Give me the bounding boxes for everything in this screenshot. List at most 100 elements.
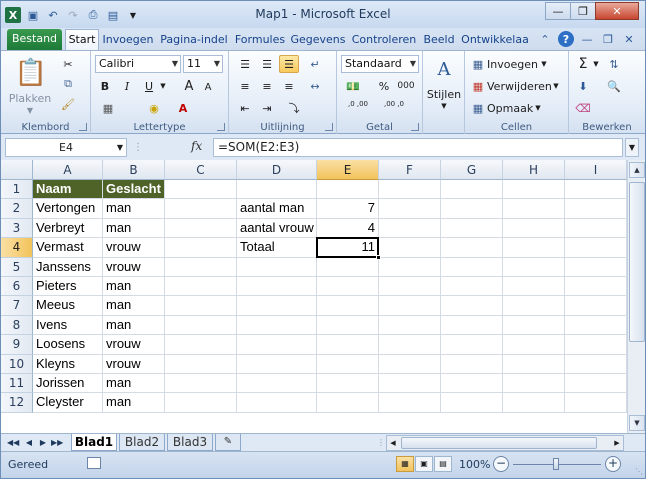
- column-header-c[interactable]: C: [165, 160, 237, 180]
- cell-h12[interactable]: [503, 393, 565, 413]
- column-header-b[interactable]: B: [103, 160, 165, 180]
- bold-button[interactable]: B: [97, 77, 113, 95]
- styles-dropdown-icon[interactable]: ▼: [439, 101, 449, 111]
- cell-c6[interactable]: [165, 277, 237, 297]
- sheet-tab-blad3[interactable]: Blad3: [167, 434, 213, 451]
- insert-dropdown-icon[interactable]: ▼: [539, 55, 549, 73]
- grow-font-button[interactable]: A: [181, 77, 197, 95]
- thousands-button[interactable]: 000: [395, 77, 417, 95]
- number-format-select[interactable]: Standaard ▼: [341, 55, 419, 73]
- insert-function-button[interactable]: fx: [191, 139, 202, 153]
- paste-button[interactable]: Plakken: [5, 91, 55, 105]
- row-header-6[interactable]: 6: [1, 277, 33, 297]
- autosum-dropdown-icon[interactable]: ▼: [591, 55, 601, 73]
- next-sheet-icon[interactable]: ▶: [37, 436, 49, 450]
- cell-c11[interactable]: [165, 374, 237, 394]
- cell-h6[interactable]: [503, 277, 565, 297]
- cell-c4[interactable]: [165, 238, 237, 258]
- autosum-icon[interactable]: Σ: [575, 55, 591, 73]
- delete-cells-icon[interactable]: ▦: [471, 77, 485, 95]
- row-header-8[interactable]: 8: [1, 315, 33, 336]
- workbook-minimize-icon[interactable]: —: [579, 31, 595, 47]
- cell-c8[interactable]: [165, 315, 237, 336]
- workbook-restore-icon[interactable]: ❐: [600, 31, 616, 47]
- cell-e12[interactable]: [317, 393, 379, 413]
- cell-h11[interactable]: [503, 374, 565, 394]
- cell-h8[interactable]: [503, 315, 565, 336]
- normal-view-icon[interactable]: ▦: [396, 456, 414, 472]
- cell-h3[interactable]: [503, 218, 565, 239]
- cell-a7[interactable]: Meeus: [33, 296, 103, 316]
- currency-icon[interactable]: 💵: [343, 77, 363, 95]
- cell-e1[interactable]: [317, 180, 379, 200]
- percent-button[interactable]: %: [377, 77, 391, 95]
- styles-button[interactable]: Stijlen: [424, 87, 464, 101]
- decrease-decimal-button[interactable]: ,00 ,0: [377, 99, 411, 117]
- cell-f4[interactable]: [379, 238, 441, 258]
- align-center-icon[interactable]: ≡: [257, 77, 277, 95]
- horizontal-scrollbar[interactable]: ◀ ▶: [386, 435, 624, 451]
- column-header-i[interactable]: I: [565, 160, 627, 180]
- cell-g8[interactable]: [441, 315, 503, 336]
- font-size-select[interactable]: 11 ▼: [183, 55, 223, 73]
- cell-b7[interactable]: man: [103, 296, 165, 316]
- align-middle-icon[interactable]: ☰: [257, 55, 277, 73]
- format-dropdown-icon[interactable]: ▼: [533, 99, 543, 117]
- cell-h10[interactable]: [503, 354, 565, 374]
- prev-sheet-icon[interactable]: ◀: [23, 436, 35, 450]
- cell-g12[interactable]: [441, 393, 503, 413]
- close-icon[interactable]: ✕: [595, 2, 639, 20]
- row-header-3[interactable]: 3: [1, 218, 33, 239]
- cell-b3[interactable]: man: [103, 218, 165, 239]
- find-select-icon[interactable]: 🔍: [605, 77, 623, 95]
- align-top-icon[interactable]: ☰: [235, 55, 255, 73]
- zoom-out-button[interactable]: −: [493, 456, 509, 472]
- cell-d10[interactable]: [237, 354, 317, 374]
- cell-c5[interactable]: [165, 257, 237, 277]
- cell-g5[interactable]: [441, 257, 503, 277]
- cell-d1[interactable]: [237, 180, 317, 200]
- cell-e7[interactable]: [317, 296, 379, 316]
- cell-f8[interactable]: [379, 315, 441, 336]
- vertical-scrollbar[interactable]: ▲ ▼: [627, 160, 645, 433]
- cell-a5[interactable]: Janssens: [33, 257, 103, 277]
- select-all-corner[interactable]: [1, 160, 33, 180]
- cell-i10[interactable]: [565, 354, 627, 374]
- cell-i1[interactable]: [565, 180, 627, 200]
- cell-a4[interactable]: Vermast: [33, 238, 103, 258]
- cell-a3[interactable]: Verbreyt: [33, 218, 103, 239]
- resize-grip-icon[interactable]: ⋱: [635, 467, 643, 476]
- dialog-launcher-icon[interactable]: [325, 123, 333, 131]
- cell-h5[interactable]: [503, 257, 565, 277]
- cell-i4[interactable]: [565, 238, 627, 258]
- borders-icon[interactable]: ▦: [97, 99, 119, 117]
- cell-b9[interactable]: vrouw: [103, 335, 165, 355]
- minimize-icon[interactable]: —: [545, 2, 571, 20]
- cell-e4[interactable]: 11: [317, 238, 379, 258]
- column-header-a[interactable]: A: [33, 160, 103, 180]
- restore-icon[interactable]: ❐: [570, 2, 596, 20]
- page-layout-view-icon[interactable]: ▣: [415, 456, 433, 472]
- clear-icon[interactable]: ⌫: [575, 99, 591, 117]
- shrink-font-button[interactable]: A: [201, 79, 215, 95]
- tab-pagina-indeling[interactable]: Pagina-indel: [157, 30, 231, 50]
- cell-e6[interactable]: [317, 277, 379, 297]
- row-header-12[interactable]: 12: [1, 393, 33, 413]
- font-color-button[interactable]: A: [175, 99, 191, 117]
- help-icon[interactable]: ?: [558, 31, 574, 47]
- expand-formula-bar-icon[interactable]: ▼: [625, 138, 639, 157]
- align-right-icon[interactable]: ≡: [279, 77, 299, 95]
- cell-h1[interactable]: [503, 180, 565, 200]
- cell-b1[interactable]: Geslacht: [103, 180, 165, 200]
- column-header-d[interactable]: D: [237, 160, 317, 180]
- cell-c7[interactable]: [165, 296, 237, 316]
- tab-beeld[interactable]: Beeld: [421, 30, 457, 50]
- cell-b12[interactable]: man: [103, 393, 165, 413]
- paste-dropdown-icon[interactable]: ▼: [25, 105, 35, 115]
- scroll-left-icon[interactable]: ◀: [387, 436, 399, 450]
- name-box[interactable]: E4 ▼: [5, 138, 127, 157]
- dialog-launcher-icon[interactable]: [217, 123, 225, 131]
- align-bottom-icon[interactable]: ☰: [279, 55, 299, 73]
- cell-e9[interactable]: [317, 335, 379, 355]
- cell-i11[interactable]: [565, 374, 627, 394]
